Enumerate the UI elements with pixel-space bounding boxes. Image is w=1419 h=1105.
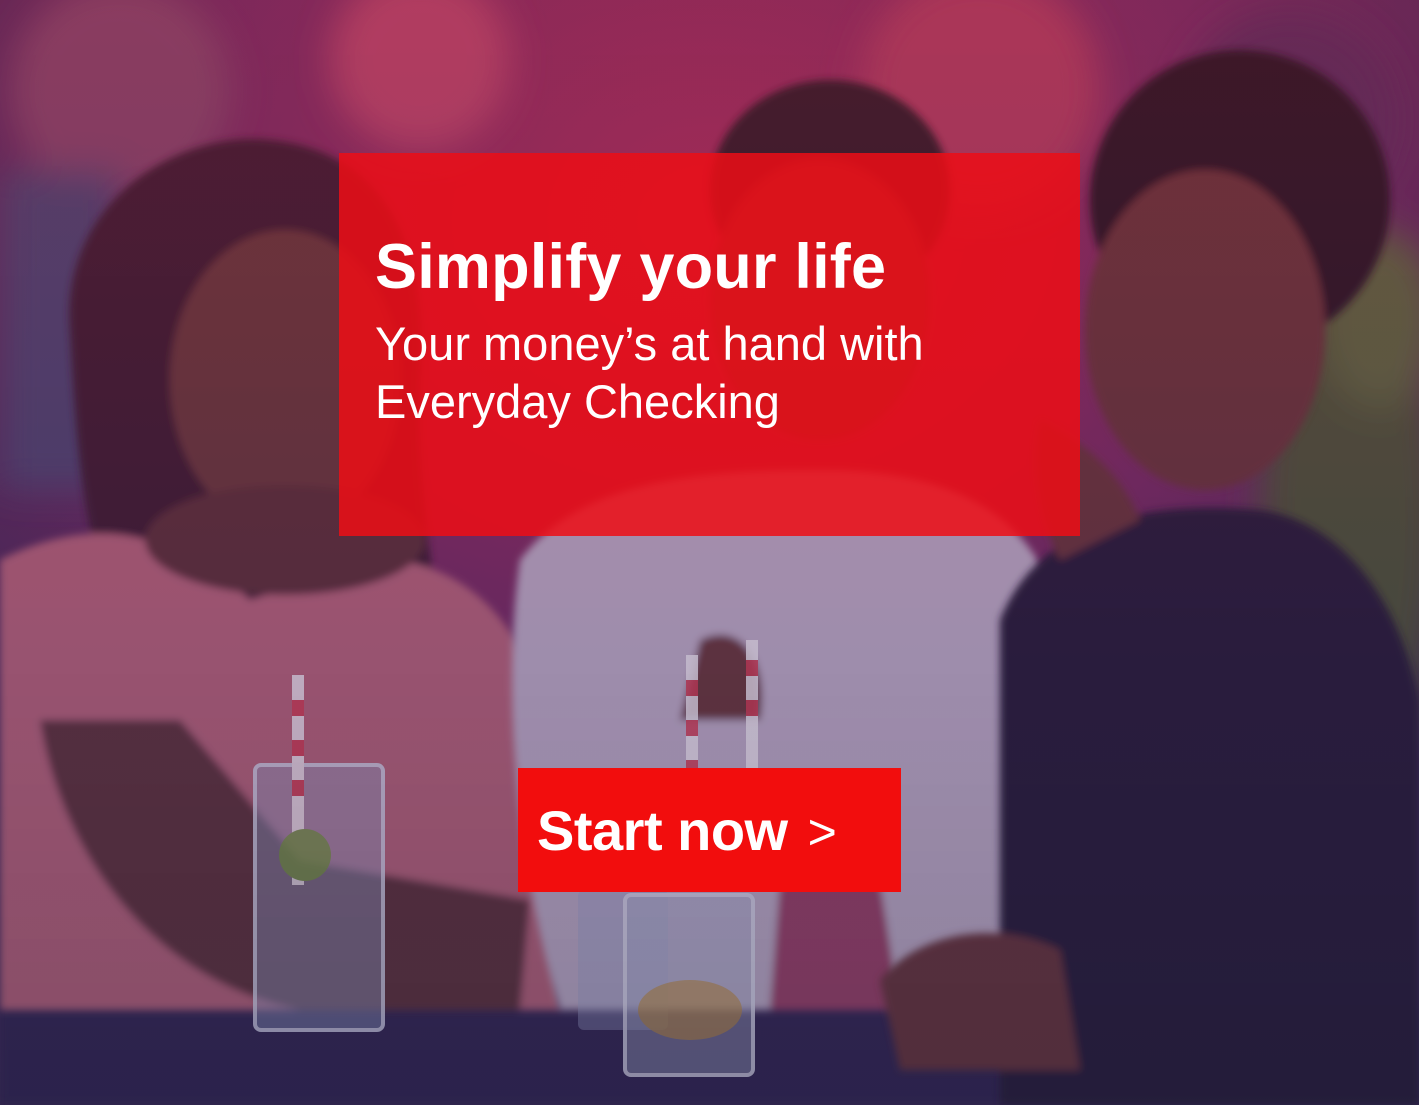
subheadline: Your money’s at hand with Everyday Check… [375,317,924,428]
chevron-right-icon: > [807,804,837,860]
headline: Simplify your life [375,232,887,302]
start-now-button[interactable]: Start now > [518,768,901,892]
start-now-label: Start now [537,798,788,862]
headline-box: Simplify your life Your money’s at hand … [339,153,1080,536]
promo-banner: Simplify your life Your money’s at hand … [0,0,1419,1105]
